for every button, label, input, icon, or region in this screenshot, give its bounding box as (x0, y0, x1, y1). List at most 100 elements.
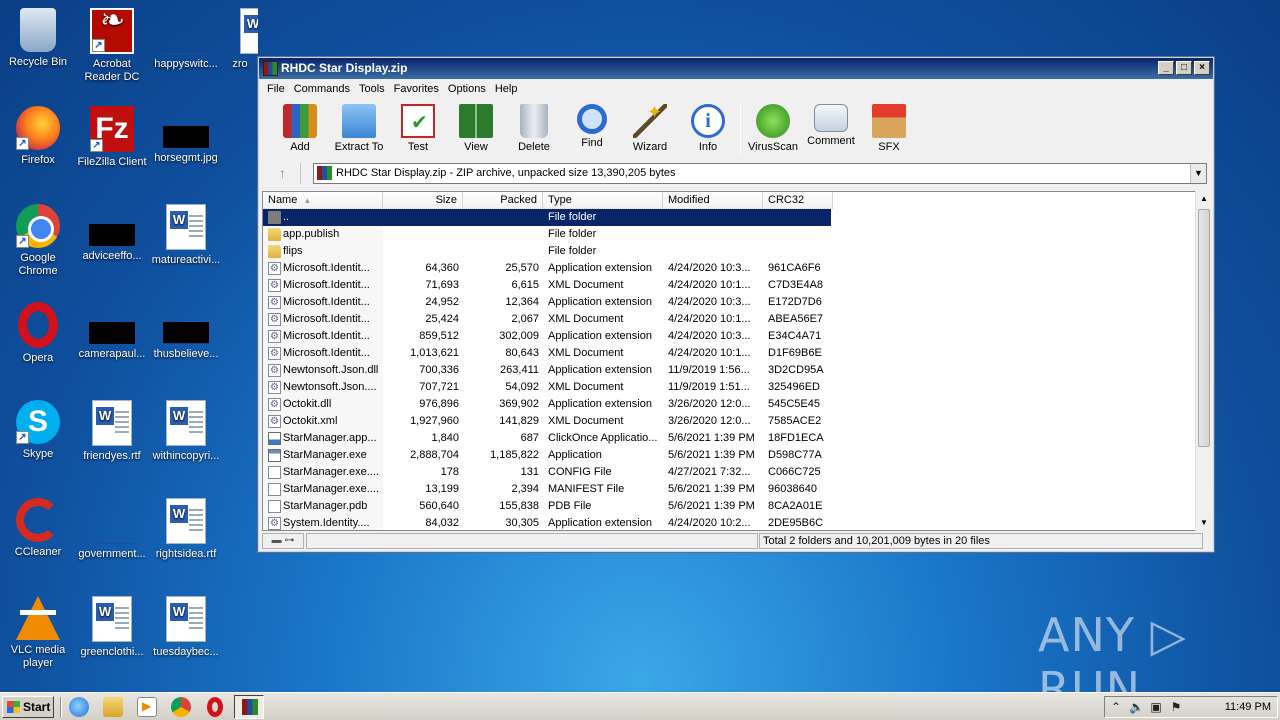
column-header-size[interactable]: Size (383, 192, 463, 209)
scroll-thumb[interactable] (1198, 209, 1210, 447)
menu-file[interactable]: File (264, 83, 291, 95)
windows-explorer-icon[interactable] (103, 697, 123, 717)
desktop-icon-thusbelieve[interactable]: thusbelieve... (148, 302, 224, 361)
desktop-icon-government[interactable]: government... (74, 498, 150, 561)
add-button[interactable]: Add (271, 100, 329, 158)
desktop-icon-firefox[interactable]: ↗ Firefox (0, 106, 76, 167)
table-row[interactable]: Microsoft.Identit... 64,360 25,570 Applicat… (263, 260, 1193, 277)
desktop-icon-tuesdaybec[interactable]: tuesdaybec... (148, 596, 224, 659)
desktop-icon-rightsidea[interactable]: rightsidea.rtf (148, 498, 224, 561)
table-row[interactable]: Microsoft.Identit... 71,693 6,615 XML Docum… (263, 277, 1193, 294)
comment-button[interactable]: Comment (802, 100, 860, 158)
info-button[interactable]: i Info (679, 100, 737, 158)
menu-favorites[interactable]: Favorites (391, 83, 445, 95)
column-header-type[interactable]: Type (543, 192, 663, 209)
column-header-packed[interactable]: Packed (463, 192, 543, 209)
cell-name: Microsoft.Identit... (283, 330, 370, 342)
desktop-icon-vlc[interactable]: VLC media player (0, 596, 76, 670)
table-row[interactable]: Newtonsoft.Json.dll 700,336 263,411 Applica… (263, 362, 1193, 379)
table-row[interactable]: StarManager.exe 2,888,704 1,185,822 Applica… (263, 447, 1193, 464)
desktop-icon-label: Opera (22, 352, 54, 364)
desktop-icon-chrome[interactable]: ↗ Google Chrome (0, 204, 76, 278)
file-list: Name ▲ Size Packed Type Modified CRC32 ..… (262, 191, 1211, 531)
table-row[interactable]: .. File folder (263, 208, 1193, 227)
cell-modified: 11/9/2019 1:56... (668, 364, 750, 376)
menu-tools[interactable]: Tools (356, 83, 391, 95)
find-button[interactable]: Find (563, 100, 621, 158)
desktop-icon-happyswitc[interactable]: happyswitc... (148, 8, 224, 71)
cell-size: 64,360 (425, 262, 459, 274)
table-row[interactable]: Microsoft.Identit... 859,512 302,009 Applic… (263, 328, 1193, 345)
cell-packed: 80,643 (505, 347, 539, 359)
table-row[interactable]: Microsoft.Identit... 1,013,621 80,643 XML D… (263, 345, 1193, 362)
desktop-icon-ccleaner[interactable]: CCleaner (0, 498, 76, 559)
close-button[interactable]: × (1194, 61, 1210, 75)
column-header-modified[interactable]: Modified (663, 192, 763, 209)
desktop-icon-camerapaul[interactable]: camerapaul... (74, 302, 150, 361)
desktop-icon-opera[interactable]: Opera (0, 302, 76, 365)
media-player-icon[interactable] (137, 697, 157, 717)
internet-explorer-icon[interactable] (69, 697, 89, 717)
desktop-icon-filezilla[interactable]: Fz ↗ FileZilla Client (74, 106, 150, 169)
lock-status-icon[interactable]: ▬ ⊶ (262, 533, 304, 549)
menu-commands[interactable]: Commands (291, 83, 356, 95)
view-button[interactable]: View (447, 100, 505, 158)
desktop-icon-recycle-bin[interactable]: Recycle Bin (0, 8, 76, 69)
table-row[interactable]: StarManager.exe.... 178 131 CONFIG File 4/27… (263, 464, 1193, 481)
scroll-down-arrow-icon[interactable]: ▼ (1196, 515, 1212, 531)
chevron-down-icon[interactable]: ▼ (1190, 164, 1206, 183)
up-one-level-button[interactable]: ↑ (265, 163, 301, 184)
chevron-up-icon[interactable]: ⌃ (1109, 700, 1123, 714)
word-document-icon (240, 8, 258, 54)
vertical-scrollbar[interactable]: ▲ ▼ (1195, 191, 1211, 531)
table-row[interactable]: System.Identity.... 84,032 30,305 Applicati… (263, 515, 1193, 530)
winrar-taskbar-button[interactable] (234, 695, 264, 719)
table-row[interactable]: StarManager.exe.... 13,199 2,394 MANIFEST F… (263, 481, 1193, 498)
clock[interactable]: 11:49 PM (1225, 697, 1271, 717)
desktop-icon-acrobat[interactable]: ↗ Acrobat Reader DC (74, 8, 150, 84)
scroll-up-arrow-icon[interactable]: ▲ (1196, 191, 1212, 207)
sfx-button[interactable]: SFX (860, 100, 918, 158)
flag-icon[interactable]: ⚑ (1169, 700, 1183, 714)
info-icon: i (691, 104, 725, 138)
cell-crc32 (768, 209, 828, 226)
volume-icon[interactable]: 🔈 (1129, 700, 1144, 714)
title-bar[interactable]: RHDC Star Display.zip _ □ × (259, 58, 1213, 79)
cell-type: Application extension (548, 296, 652, 308)
desktop-icon-matureactivi[interactable]: matureactivi... (148, 204, 224, 267)
test-button[interactable]: Test (389, 100, 447, 158)
table-row[interactable]: Microsoft.Identit... 24,952 12,364 Applicat… (263, 294, 1193, 311)
maximize-button[interactable]: □ (1176, 61, 1192, 75)
cell-packed: 131 (520, 466, 539, 478)
menu-help[interactable]: Help (492, 83, 524, 95)
menu-options[interactable]: Options (445, 83, 492, 95)
desktop-icon-adviceeffo[interactable]: adviceeffo... (74, 204, 150, 263)
desktop-icon-friendyes[interactable]: friendyes.rtf (74, 400, 150, 463)
cell-packed: 687 (520, 432, 539, 444)
virusscan-button[interactable]: VirusScan (744, 100, 802, 158)
desktop-icon-zro[interactable]: zro (222, 8, 258, 71)
desktop-icon-horsegmt[interactable]: horsegmt.jpg (148, 106, 224, 165)
delete-button[interactable]: Delete (505, 100, 563, 158)
column-header-name[interactable]: Name ▲ (263, 192, 383, 209)
chrome-taskbar-icon[interactable] (171, 697, 191, 717)
minimize-button[interactable]: _ (1158, 61, 1174, 75)
desktop-icon-greenclothi[interactable]: greenclothi... (74, 596, 150, 659)
desktop-icon-skype[interactable]: S ↗ Skype (0, 400, 76, 461)
start-button[interactable]: Start (2, 696, 54, 718)
table-row[interactable]: app.publish File folder (263, 226, 1193, 243)
desktop-icon-withincopyri[interactable]: withincopyri... (148, 400, 224, 463)
table-row[interactable]: Microsoft.Identit... 25,424 2,067 XML Docum… (263, 311, 1193, 328)
opera-taskbar-icon[interactable] (207, 697, 223, 717)
column-header-crc32[interactable]: CRC32 (763, 192, 833, 209)
table-row[interactable]: Octokit.xml 1,927,960 141,829 XML Document 3… (263, 413, 1193, 430)
table-row[interactable]: flips File folder (263, 243, 1193, 260)
table-row[interactable]: Newtonsoft.Json.... 707,721 54,092 XML Docu… (263, 379, 1193, 396)
table-row[interactable]: StarManager.pdb 560,640 155,838 PDB File 5/6… (263, 498, 1193, 515)
wizard-button[interactable]: Wizard (621, 100, 679, 158)
extract-to-button[interactable]: Extract To (329, 100, 389, 158)
archive-path-box[interactable]: RHDC Star Display.zip - ZIP archive, unp… (313, 163, 1207, 184)
network-icon[interactable]: ▣ (1149, 700, 1163, 714)
table-row[interactable]: Octokit.dll 976,896 369,902 Application ext… (263, 396, 1193, 413)
table-row[interactable]: StarManager.app... 1,840 687 ClickOnce Appl… (263, 430, 1193, 447)
